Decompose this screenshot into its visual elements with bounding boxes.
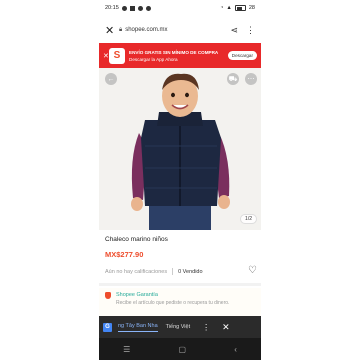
section-divider xyxy=(99,283,261,286)
recents-icon[interactable]: ☰ xyxy=(123,345,130,354)
notification-icon xyxy=(137,5,143,11)
shopee-guarantee[interactable]: Shopee Garantía Recibe el artículo que p… xyxy=(99,288,261,316)
google-translate-icon: G xyxy=(103,322,112,332)
phone-screen: 20:15 ◔ ▲ 28 ✕ 🔒︎ shopee.com.mx ⋖ ⋮ ✕ S … xyxy=(99,0,261,360)
more-menu-icon[interactable]: ⋮ xyxy=(246,25,255,36)
guarantee-title: Shopee Garantía xyxy=(116,292,158,298)
tab-source-language[interactable]: ng Tây Ban Nha xyxy=(118,323,158,332)
ratings-text: Aún no hay calificaciones xyxy=(105,268,168,275)
battery-level: 28 xyxy=(248,5,255,11)
divider xyxy=(172,268,174,275)
sold-count: 0 Vendido xyxy=(178,268,203,275)
more-options-icon[interactable]: ⋯ xyxy=(245,73,257,85)
tab-target-language[interactable]: Tiếng Việt xyxy=(166,324,190,330)
wifi-icon: ◔ xyxy=(220,5,224,11)
translate-menu-icon[interactable]: ⋮ xyxy=(202,323,210,332)
battery-icon xyxy=(234,5,246,11)
back-nav-icon[interactable]: ‹ xyxy=(234,345,237,354)
translate-close-icon[interactable]: ✕ xyxy=(222,322,230,333)
shopee-logo-icon: S xyxy=(109,47,125,64)
favorite-heart-icon[interactable]: ♡ xyxy=(248,265,257,276)
notification-icon xyxy=(145,5,151,11)
browser-url-bar: ✕ 🔒︎ shopee.com.mx ⋖ ⋮ xyxy=(99,20,261,40)
product-meta: Aún no hay calificaciones 0 Vendido xyxy=(105,268,255,275)
signal-icon: ▲ xyxy=(226,5,232,11)
app-download-banner: ✕ S ENVÍO GRATIS SIN MÍNIMO DE COMPRA De… xyxy=(99,43,261,68)
lock-icon: 🔒︎ xyxy=(119,26,123,33)
banner-subtitle: Descargar la App Ahora xyxy=(129,56,178,62)
product-price: MX$277.90 xyxy=(105,250,144,259)
banner-title: ENVÍO GRATIS SIN MÍNIMO DE COMPRA xyxy=(129,49,219,55)
share-icon[interactable]: ⋖ xyxy=(230,25,238,36)
status-bar: 20:15 ◔ ▲ 28 xyxy=(99,0,261,16)
image-counter: 1/2 xyxy=(240,214,257,224)
product-title: Chaleco marino niños xyxy=(105,236,168,243)
notification-icon xyxy=(129,5,135,11)
shield-icon xyxy=(105,292,111,299)
android-nav-bar: ☰ ▢ ‹ xyxy=(99,338,261,360)
home-icon[interactable]: ▢ xyxy=(178,345,186,354)
guarantee-text: Recibe el artículo que pediste o recuper… xyxy=(116,300,230,306)
url-text[interactable]: shopee.com.mx xyxy=(125,27,230,33)
download-button[interactable]: Descargar xyxy=(227,51,257,60)
notification-icon xyxy=(121,5,127,11)
back-icon[interactable]: ← xyxy=(105,73,117,85)
product-image[interactable]: ← ⛟ ⋯ 1/2 xyxy=(99,68,261,230)
product-photo xyxy=(99,68,261,230)
close-tab-icon[interactable]: ✕ xyxy=(105,24,119,37)
cart-icon[interactable]: ⛟ xyxy=(227,73,239,85)
status-time: 20:15 xyxy=(105,5,119,11)
translate-bar: G ng Tây Ban Nha Tiếng Việt ⋮ ✕ xyxy=(99,316,261,338)
